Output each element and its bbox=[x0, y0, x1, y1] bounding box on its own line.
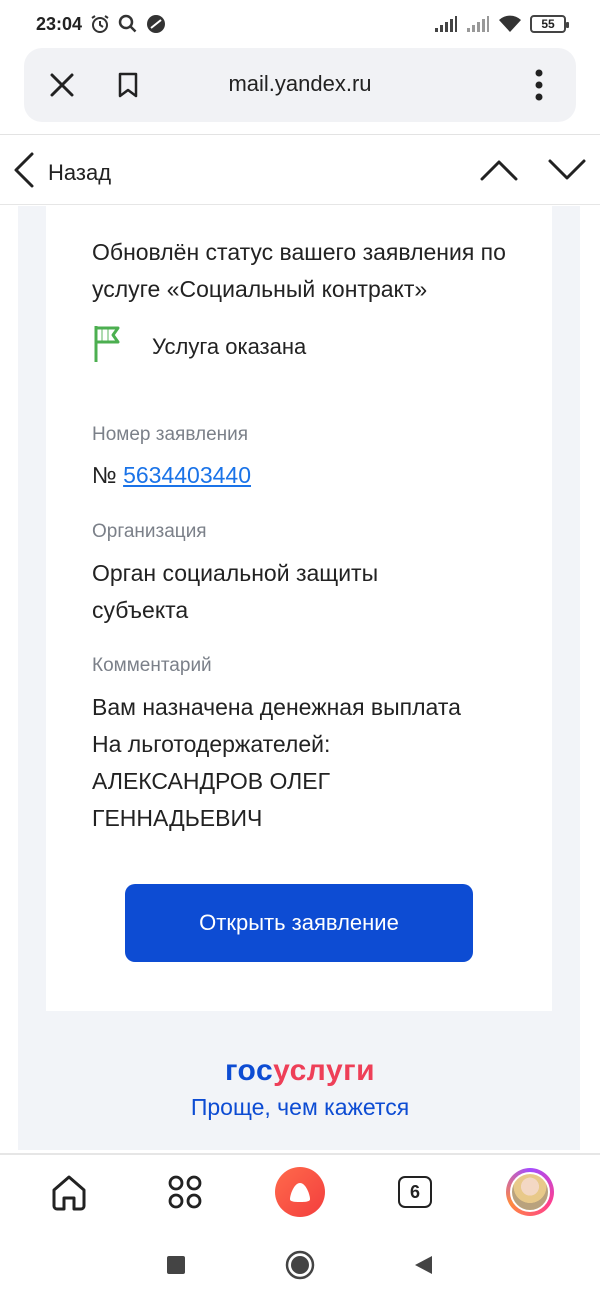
search-icon bbox=[118, 14, 138, 34]
application-number: № 5634403440 bbox=[92, 457, 512, 494]
comment-label: Комментарий bbox=[92, 655, 212, 676]
chevron-up-icon[interactable] bbox=[478, 153, 520, 187]
gosuslugi-logo: госуслуги bbox=[0, 1054, 600, 1088]
logo-part: услуги bbox=[273, 1054, 376, 1087]
apps-icon[interactable] bbox=[160, 1167, 210, 1217]
comment-line: На льготодержателей: bbox=[92, 731, 331, 757]
system-nav-bar bbox=[0, 1228, 600, 1299]
number-prefix: № bbox=[92, 462, 117, 488]
battery-level: 55 bbox=[541, 17, 555, 31]
home-circle-icon[interactable] bbox=[285, 1250, 315, 1280]
comment-line: ГЕННАДЬЕВИЧ bbox=[92, 805, 263, 831]
tabs-icon[interactable]: 6 bbox=[390, 1167, 440, 1217]
status-bar: 23:04 55 bbox=[0, 0, 600, 48]
wifi-icon bbox=[498, 15, 522, 33]
status-row: Услуга оказана bbox=[92, 324, 306, 369]
comment-line: АЛЕКСАНДРОВ ОЛЕГ bbox=[92, 768, 331, 794]
tabs-count: 6 bbox=[398, 1176, 432, 1208]
recents-icon[interactable] bbox=[161, 1250, 191, 1280]
flag-icon bbox=[92, 324, 128, 369]
back-label: Назад bbox=[48, 159, 112, 185]
alice-icon[interactable] bbox=[275, 1167, 325, 1217]
browser-url-bar: mail.yandex.ru bbox=[24, 48, 576, 122]
alarm-icon bbox=[90, 14, 110, 34]
url-text[interactable]: mail.yandex.ru bbox=[24, 71, 576, 97]
chevron-down-icon[interactable] bbox=[546, 153, 588, 187]
home-icon[interactable] bbox=[44, 1167, 94, 1217]
slogan: Проще, чем кажется bbox=[190, 1094, 410, 1120]
organization-label: Организация bbox=[92, 521, 207, 542]
application-number-label: Номер заявления bbox=[92, 424, 249, 445]
application-number-link[interactable]: 5634403440 bbox=[123, 462, 251, 488]
avatar[interactable] bbox=[505, 1167, 555, 1217]
open-application-button[interactable]: Открыть заявление bbox=[125, 884, 473, 962]
comment-line: Вам назначена денежная выплата bbox=[92, 694, 461, 720]
browser-bottom-nav: 6 bbox=[0, 1155, 600, 1227]
battery-icon: 55 bbox=[530, 15, 569, 33]
signal-icon bbox=[434, 15, 458, 33]
signal-icon bbox=[466, 15, 490, 33]
logo-part: гос bbox=[224, 1054, 274, 1087]
dnd-icon bbox=[146, 14, 166, 34]
chevron-left-icon bbox=[12, 151, 36, 194]
status-label: Услуга оказана bbox=[152, 333, 307, 359]
mail-nav-bar: Назад bbox=[0, 135, 600, 205]
letter-headline: Обновлён статус вашего заявления по услу… bbox=[92, 239, 506, 302]
back-triangle-icon[interactable] bbox=[408, 1250, 438, 1280]
comment-value: Вам назначена денежная выплата На льгото… bbox=[92, 689, 512, 837]
more-vertical-icon[interactable] bbox=[524, 67, 554, 103]
back-button[interactable]: Назад bbox=[12, 151, 111, 194]
organization-value: Орган социальной защиты субъекта bbox=[92, 560, 379, 623]
status-time: 23:04 bbox=[36, 13, 83, 34]
